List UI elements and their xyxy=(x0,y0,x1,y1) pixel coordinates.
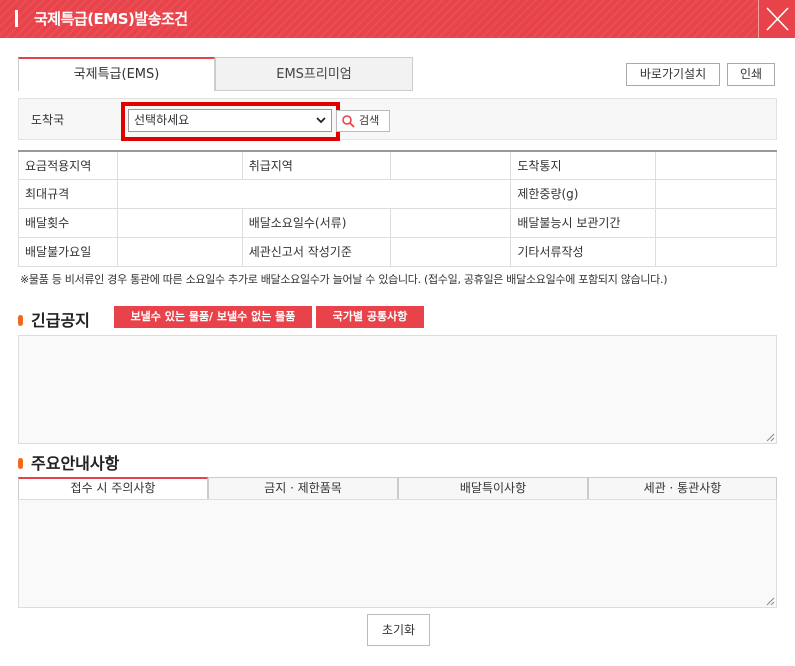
table-row: 배달불가요일 세관신고서 작성기준 기타서류작성 xyxy=(18,236,777,267)
title-bar: 국제특급(EMS)발송조건 xyxy=(0,0,795,38)
tab-ems-premium[interactable]: EMS프리미엄 xyxy=(215,57,413,91)
table-value-cell xyxy=(655,178,777,209)
search-button-label: 검색 xyxy=(359,114,380,127)
table-header-cell: 배달소요일수(서류) xyxy=(241,207,391,238)
table-value-cell xyxy=(116,150,243,180)
table-value-cell xyxy=(655,150,777,180)
table-value-cell xyxy=(389,236,512,267)
search-icon xyxy=(342,115,355,128)
table-value-cell xyxy=(389,207,512,238)
destination-label: 도착국 xyxy=(31,113,65,127)
emergency-notice-textarea[interactable] xyxy=(18,335,777,444)
table-value-cell xyxy=(116,178,512,209)
table-value-cell xyxy=(116,236,243,267)
destination-select-value: 선택하세요 xyxy=(134,113,190,127)
table-value-cell xyxy=(116,207,243,238)
table-value-cell xyxy=(655,236,777,267)
close-icon xyxy=(766,7,789,31)
table-header-cell: 배달불가요일 xyxy=(18,236,118,267)
country-common-button[interactable]: 국가별 공통사항 xyxy=(316,306,424,328)
tab-customs-notes[interactable]: 세관 · 통관사항 xyxy=(588,477,777,500)
shortcut-install-button[interactable]: 바로가기설치 xyxy=(626,63,720,86)
title-accent-bar xyxy=(15,10,18,27)
table-header-cell: 도착통지 xyxy=(510,150,657,180)
main-guide-title: 주요안내사항 xyxy=(31,454,120,473)
emergency-notice-title: 긴급공지 xyxy=(31,311,90,330)
tab-acceptance-notes[interactable]: 접수 시 주의사항 xyxy=(18,477,208,500)
table-header-cell: 요금적용지역 xyxy=(18,150,118,180)
table-header-cell: 기타서류작성 xyxy=(510,236,657,267)
tab-delivery-notes[interactable]: 배달특이사항 xyxy=(398,477,588,500)
emergency-notice-heading: 긴급공지 xyxy=(18,307,90,331)
reset-button[interactable]: 초기화 xyxy=(367,614,430,646)
bullet-icon xyxy=(18,315,23,326)
chevron-down-icon xyxy=(316,117,326,124)
destination-select[interactable]: 선택하세요 xyxy=(128,109,332,132)
table-value-cell xyxy=(389,150,512,180)
table-header-cell: 배달횟수 xyxy=(18,207,118,238)
tab-ems[interactable]: 국제특급(EMS) xyxy=(18,57,215,91)
window-title: 국제특급(EMS)발송조건 xyxy=(34,10,188,28)
table-row: 최대규격 제한중량(g) xyxy=(18,178,777,209)
table-row: 요금적용지역 취급지역 도착통지 xyxy=(18,150,777,180)
main-guide-heading: 주요안내사항 xyxy=(18,450,119,474)
table-header-cell: 배달불능시 보관기간 xyxy=(510,207,657,238)
resize-grip-icon[interactable] xyxy=(766,597,775,606)
delivery-note: ※물품 등 비서류인 경우 통관에 따른 소요일수 추가로 배달소요일수가 늘어… xyxy=(20,273,668,286)
tab-prohibited-items[interactable]: 금지 · 제한품목 xyxy=(208,477,398,500)
sendable-items-button[interactable]: 보낼수 있는 물품/ 보낼수 없는 물품 xyxy=(114,306,312,328)
guide-content-textarea[interactable] xyxy=(18,499,777,608)
table-header-cell: 최대규격 xyxy=(18,178,118,209)
table-row: 배달횟수 배달소요일수(서류) 배달불능시 보관기간 xyxy=(18,207,777,238)
close-button[interactable] xyxy=(758,0,795,38)
guide-tabs: 접수 시 주의사항 금지 · 제한품목 배달특이사항 세관 · 통관사항 xyxy=(18,477,777,500)
bullet-icon xyxy=(18,458,23,469)
print-button[interactable]: 인쇄 xyxy=(727,63,775,86)
table-header-cell: 제한중량(g) xyxy=(510,178,657,209)
table-value-cell xyxy=(655,207,777,238)
table-header-cell: 세관신고서 작성기준 xyxy=(241,236,391,267)
table-header-cell: 취급지역 xyxy=(241,150,391,180)
resize-grip-icon[interactable] xyxy=(766,433,775,442)
main-tabs: 국제특급(EMS) EMS프리미엄 xyxy=(18,57,414,91)
search-button[interactable]: 검색 xyxy=(336,110,390,132)
info-table: 요금적용지역 취급지역 도착통지 최대규격 제한중량(g) 배달횟수 배달소요일… xyxy=(18,150,777,267)
